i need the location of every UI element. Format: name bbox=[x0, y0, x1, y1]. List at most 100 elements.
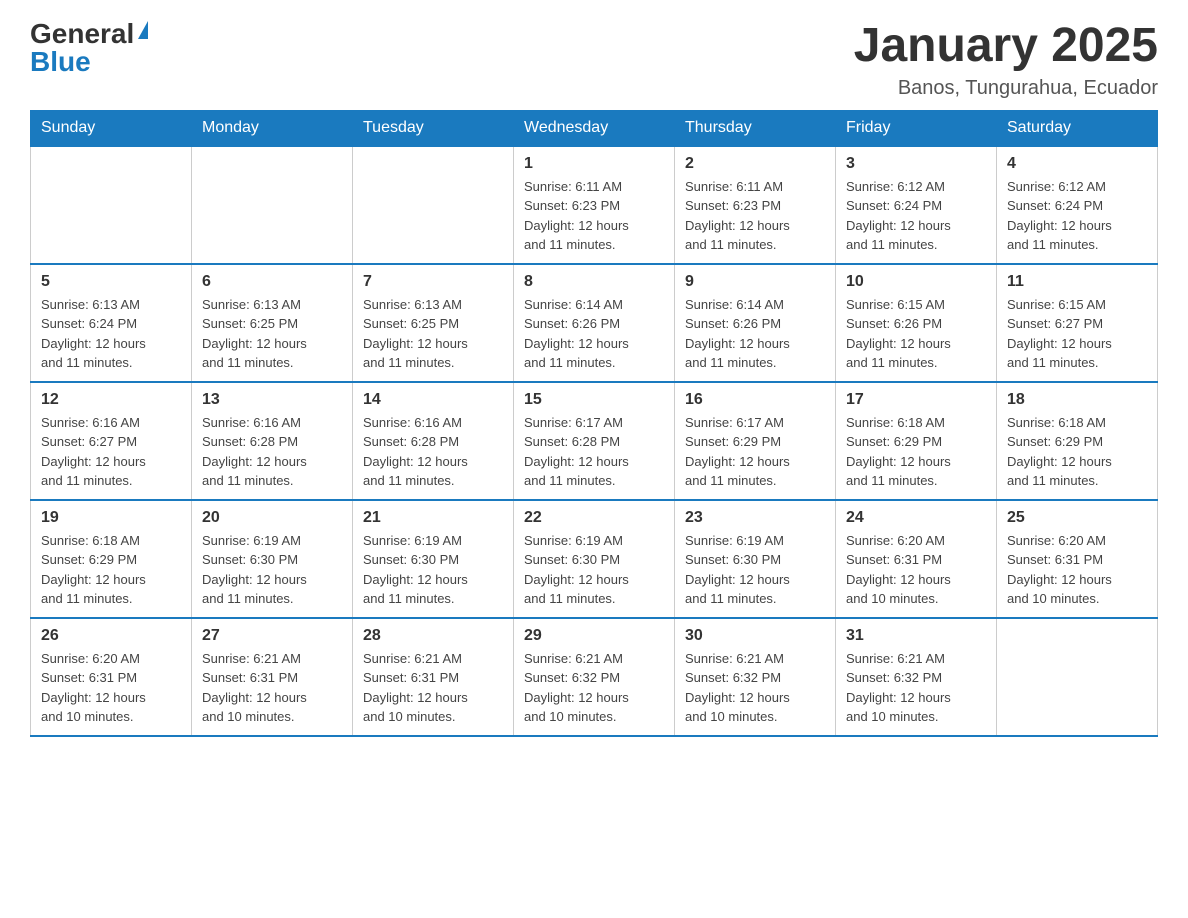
day-number: 24 bbox=[846, 509, 986, 527]
day-info: Sunrise: 6:11 AMSunset: 6:23 PMDaylight:… bbox=[524, 177, 664, 255]
day-number: 31 bbox=[846, 627, 986, 645]
day-number: 13 bbox=[202, 391, 342, 409]
day-of-week-header: Sunday bbox=[31, 110, 192, 146]
day-of-week-header: Friday bbox=[836, 110, 997, 146]
logo-triangle-icon bbox=[138, 21, 148, 39]
day-info: Sunrise: 6:16 AMSunset: 6:27 PMDaylight:… bbox=[41, 413, 181, 491]
day-info: Sunrise: 6:12 AMSunset: 6:24 PMDaylight:… bbox=[846, 177, 986, 255]
day-number: 17 bbox=[846, 391, 986, 409]
day-info: Sunrise: 6:18 AMSunset: 6:29 PMDaylight:… bbox=[1007, 413, 1147, 491]
day-of-week-header: Thursday bbox=[675, 110, 836, 146]
day-number: 20 bbox=[202, 509, 342, 527]
day-info: Sunrise: 6:20 AMSunset: 6:31 PMDaylight:… bbox=[846, 531, 986, 609]
calendar-week-row: 12 Sunrise: 6:16 AMSunset: 6:27 PMDayligh… bbox=[31, 382, 1158, 500]
day-info: Sunrise: 6:21 AMSunset: 6:32 PMDaylight:… bbox=[524, 649, 664, 727]
logo-general-text: General bbox=[30, 20, 134, 48]
day-info: Sunrise: 6:21 AMSunset: 6:31 PMDaylight:… bbox=[363, 649, 503, 727]
day-info: Sunrise: 6:13 AMSunset: 6:25 PMDaylight:… bbox=[363, 295, 503, 373]
day-info: Sunrise: 6:21 AMSunset: 6:32 PMDaylight:… bbox=[685, 649, 825, 727]
calendar-cell: 15 Sunrise: 6:17 AMSunset: 6:28 PMDayligh… bbox=[514, 382, 675, 500]
day-info: Sunrise: 6:19 AMSunset: 6:30 PMDaylight:… bbox=[363, 531, 503, 609]
day-info: Sunrise: 6:15 AMSunset: 6:27 PMDaylight:… bbox=[1007, 295, 1147, 373]
day-info: Sunrise: 6:14 AMSunset: 6:26 PMDaylight:… bbox=[685, 295, 825, 373]
day-info: Sunrise: 6:17 AMSunset: 6:28 PMDaylight:… bbox=[524, 413, 664, 491]
day-info: Sunrise: 6:16 AMSunset: 6:28 PMDaylight:… bbox=[202, 413, 342, 491]
title-section: January 2025 Banos, Tungurahua, Ecuador bbox=[854, 20, 1158, 100]
day-number: 12 bbox=[41, 391, 181, 409]
calendar-cell: 8Sunrise: 6:14 AMSunset: 6:26 PMDaylight… bbox=[514, 264, 675, 382]
day-number: 1 bbox=[524, 155, 664, 173]
calendar-week-row: 19 Sunrise: 6:18 AMSunset: 6:29 PMDayligh… bbox=[31, 500, 1158, 618]
calendar-cell: 30 Sunrise: 6:21 AMSunset: 6:32 PMDayligh… bbox=[675, 618, 836, 736]
page-header: General Blue January 2025 Banos, Tungura… bbox=[30, 20, 1158, 100]
calendar-week-row: 5 Sunrise: 6:13 AMSunset: 6:24 PMDaylight… bbox=[31, 264, 1158, 382]
calendar-cell: 5 Sunrise: 6:13 AMSunset: 6:24 PMDaylight… bbox=[31, 264, 192, 382]
day-number: 27 bbox=[202, 627, 342, 645]
calendar-cell: 18 Sunrise: 6:18 AMSunset: 6:29 PMDayligh… bbox=[997, 382, 1158, 500]
calendar-cell: 21 Sunrise: 6:19 AMSunset: 6:30 PMDayligh… bbox=[353, 500, 514, 618]
location-text: Banos, Tungurahua, Ecuador bbox=[854, 77, 1158, 100]
day-info: Sunrise: 6:18 AMSunset: 6:29 PMDaylight:… bbox=[846, 413, 986, 491]
calendar-cell: 29 Sunrise: 6:21 AMSunset: 6:32 PMDayligh… bbox=[514, 618, 675, 736]
logo-blue-text: Blue bbox=[30, 48, 91, 76]
day-info: Sunrise: 6:20 AMSunset: 6:31 PMDaylight:… bbox=[41, 649, 181, 727]
calendar-cell: 19 Sunrise: 6:18 AMSunset: 6:29 PMDayligh… bbox=[31, 500, 192, 618]
day-number: 29 bbox=[524, 627, 664, 645]
day-info: Sunrise: 6:17 AMSunset: 6:29 PMDaylight:… bbox=[685, 413, 825, 491]
calendar-cell: 2 Sunrise: 6:11 AMSunset: 6:23 PMDaylight… bbox=[675, 146, 836, 264]
day-of-week-header: Tuesday bbox=[353, 110, 514, 146]
calendar-cell: 13 Sunrise: 6:16 AMSunset: 6:28 PMDayligh… bbox=[192, 382, 353, 500]
calendar-cell: 24 Sunrise: 6:20 AMSunset: 6:31 PMDayligh… bbox=[836, 500, 997, 618]
day-info: Sunrise: 6:19 AMSunset: 6:30 PMDaylight:… bbox=[685, 531, 825, 609]
calendar-cell: 25 Sunrise: 6:20 AMSunset: 6:31 PMDayligh… bbox=[997, 500, 1158, 618]
calendar-week-row: 1 Sunrise: 6:11 AMSunset: 6:23 PMDaylight… bbox=[31, 146, 1158, 264]
calendar-cell: 12 Sunrise: 6:16 AMSunset: 6:27 PMDayligh… bbox=[31, 382, 192, 500]
calendar-week-row: 26 Sunrise: 6:20 AMSunset: 6:31 PMDayligh… bbox=[31, 618, 1158, 736]
day-info: Sunrise: 6:15 AMSunset: 6:26 PMDaylight:… bbox=[846, 295, 986, 373]
day-number: 2 bbox=[685, 155, 825, 173]
calendar-cell: 22 Sunrise: 6:19 AMSunset: 6:30 PMDayligh… bbox=[514, 500, 675, 618]
day-number: 15 bbox=[524, 391, 664, 409]
day-number: 26 bbox=[41, 627, 181, 645]
day-number: 6 bbox=[202, 273, 342, 291]
day-of-week-header: Saturday bbox=[997, 110, 1158, 146]
day-number: 18 bbox=[1007, 391, 1147, 409]
day-info: Sunrise: 6:19 AMSunset: 6:30 PMDaylight:… bbox=[202, 531, 342, 609]
calendar-cell: 3 Sunrise: 6:12 AMSunset: 6:24 PMDaylight… bbox=[836, 146, 997, 264]
day-info: Sunrise: 6:11 AMSunset: 6:23 PMDaylight:… bbox=[685, 177, 825, 255]
calendar-cell: 7Sunrise: 6:13 AMSunset: 6:25 PMDaylight… bbox=[353, 264, 514, 382]
day-info: Sunrise: 6:20 AMSunset: 6:31 PMDaylight:… bbox=[1007, 531, 1147, 609]
day-number: 23 bbox=[685, 509, 825, 527]
calendar-cell: 27 Sunrise: 6:21 AMSunset: 6:31 PMDayligh… bbox=[192, 618, 353, 736]
day-number: 22 bbox=[524, 509, 664, 527]
day-number: 11 bbox=[1007, 273, 1147, 291]
calendar-table: SundayMondayTuesdayWednesdayThursdayFrid… bbox=[30, 110, 1158, 737]
logo: General Blue bbox=[30, 20, 148, 76]
calendar-cell: 23 Sunrise: 6:19 AMSunset: 6:30 PMDayligh… bbox=[675, 500, 836, 618]
day-number: 21 bbox=[363, 509, 503, 527]
day-number: 4 bbox=[1007, 155, 1147, 173]
day-number: 9 bbox=[685, 273, 825, 291]
day-info: Sunrise: 6:14 AMSunset: 6:26 PMDaylight:… bbox=[524, 295, 664, 373]
day-info: Sunrise: 6:21 AMSunset: 6:31 PMDaylight:… bbox=[202, 649, 342, 727]
day-number: 3 bbox=[846, 155, 986, 173]
calendar-cell bbox=[353, 146, 514, 264]
day-number: 19 bbox=[41, 509, 181, 527]
calendar-cell: 16Sunrise: 6:17 AMSunset: 6:29 PMDayligh… bbox=[675, 382, 836, 500]
calendar-cell bbox=[31, 146, 192, 264]
day-number: 25 bbox=[1007, 509, 1147, 527]
day-number: 30 bbox=[685, 627, 825, 645]
calendar-cell: 4Sunrise: 6:12 AMSunset: 6:24 PMDaylight… bbox=[997, 146, 1158, 264]
calendar-cell: 9 Sunrise: 6:14 AMSunset: 6:26 PMDaylight… bbox=[675, 264, 836, 382]
day-info: Sunrise: 6:13 AMSunset: 6:25 PMDaylight:… bbox=[202, 295, 342, 373]
day-info: Sunrise: 6:19 AMSunset: 6:30 PMDaylight:… bbox=[524, 531, 664, 609]
calendar-cell: 28Sunrise: 6:21 AMSunset: 6:31 PMDayligh… bbox=[353, 618, 514, 736]
calendar-cell: 6 Sunrise: 6:13 AMSunset: 6:25 PMDaylight… bbox=[192, 264, 353, 382]
day-number: 5 bbox=[41, 273, 181, 291]
day-number: 10 bbox=[846, 273, 986, 291]
calendar-cell: 14Sunrise: 6:16 AMSunset: 6:28 PMDayligh… bbox=[353, 382, 514, 500]
calendar-cell bbox=[997, 618, 1158, 736]
day-info: Sunrise: 6:18 AMSunset: 6:29 PMDaylight:… bbox=[41, 531, 181, 609]
calendar-cell: 17 Sunrise: 6:18 AMSunset: 6:29 PMDayligh… bbox=[836, 382, 997, 500]
day-info: Sunrise: 6:13 AMSunset: 6:24 PMDaylight:… bbox=[41, 295, 181, 373]
